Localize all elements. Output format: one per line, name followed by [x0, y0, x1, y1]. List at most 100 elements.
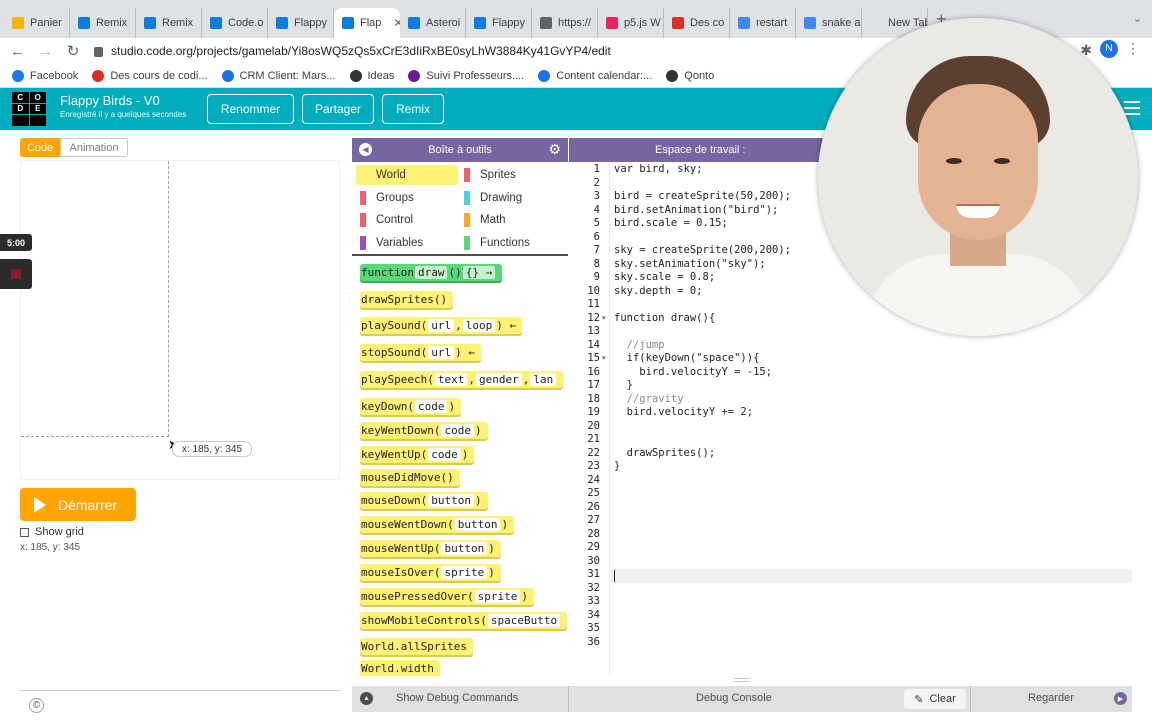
- block-argument: button: [441, 542, 488, 555]
- bookmark-item[interactable]: Facebook: [12, 69, 78, 82]
- fold-arrow-icon[interactable]: ▾: [602, 312, 606, 326]
- code-line[interactable]: //jump: [614, 339, 665, 353]
- code-line[interactable]: sky.depth = 0;: [614, 285, 703, 299]
- block-text: keyDown(: [361, 400, 414, 413]
- code-line[interactable]: sky.scale = 0.8;: [614, 271, 715, 285]
- code-block[interactable]: mouseWentUp(button): [360, 540, 501, 557]
- code-block[interactable]: keyWentUp(code): [360, 446, 475, 463]
- toolbox-category[interactable]: Functions: [460, 233, 562, 253]
- code-block[interactable]: function draw() {} →: [360, 264, 503, 281]
- code-block[interactable]: World.width: [360, 660, 440, 676]
- code-org-logo[interactable]: CODE: [12, 92, 46, 126]
- project-title[interactable]: Flappy Birds - V0: [60, 93, 160, 108]
- back-icon[interactable]: ←: [10, 43, 25, 60]
- bookmark-item[interactable]: Qonto: [666, 69, 714, 82]
- clear-button[interactable]: ✎ Clear: [904, 689, 966, 709]
- run-button[interactable]: Démarrer: [20, 488, 136, 521]
- code-block[interactable]: mousePressedOver(sprite): [360, 588, 534, 605]
- code-line[interactable]: sky.setAnimation("sky");: [614, 258, 766, 272]
- close-tab-icon[interactable]: ✕: [393, 16, 400, 30]
- browser-tab[interactable]: p5.js W: [598, 8, 664, 38]
- code-block[interactable]: mouseDown(button): [360, 492, 488, 509]
- stop-recording-button[interactable]: [0, 259, 32, 289]
- line-number: 8: [593, 257, 600, 270]
- browser-tab[interactable]: https://: [532, 8, 598, 38]
- browser-tab[interactable]: Flappy: [268, 8, 334, 38]
- code-block[interactable]: mouseDidMove(): [360, 469, 460, 486]
- browser-tab[interactable]: Code.o: [202, 8, 268, 38]
- code-line[interactable]: bird = createSprite(50,200);: [614, 190, 791, 204]
- tab-label: https://: [558, 17, 592, 29]
- code-line[interactable]: function draw(){: [614, 312, 715, 326]
- code-line[interactable]: sky = createSprite(200,200);: [614, 244, 791, 258]
- code-line[interactable]: bird.velocityY += 2;: [614, 406, 753, 420]
- watch-label[interactable]: Regarder: [1028, 692, 1074, 704]
- browser-tab[interactable]: Remix: [136, 8, 202, 38]
- code-line[interactable]: drawSprites();: [614, 447, 716, 461]
- show-grid-toggle[interactable]: Show grid: [20, 526, 84, 538]
- code-block[interactable]: keyWentDown(code): [360, 422, 488, 439]
- code-line[interactable]: bird.velocityY = -15;: [614, 366, 772, 380]
- code-line[interactable]: }: [614, 379, 633, 393]
- code-block[interactable]: World.allSprites: [360, 638, 473, 655]
- game-stage[interactable]: ➤ x: 185, y: 345: [20, 160, 340, 480]
- category-label: Sprites: [480, 169, 516, 181]
- bookmark-item[interactable]: Content calendar:...: [538, 69, 652, 82]
- toolbox-category[interactable]: Sprites: [460, 165, 562, 185]
- rename-button[interactable]: Renommer: [207, 94, 294, 124]
- lock-icon[interactable]: [94, 47, 103, 57]
- show-debug-commands-button[interactable]: Show Debug Commands: [396, 692, 518, 704]
- code-block[interactable]: showMobileControls(spaceButto: [360, 612, 568, 629]
- bookmark-item[interactable]: Des cours de codi...: [92, 69, 208, 82]
- toolbox-category[interactable]: Control: [356, 210, 458, 230]
- fold-arrow-icon[interactable]: ▾: [602, 352, 606, 366]
- bookmark-item[interactable]: CRM Client: Mars...: [221, 69, 336, 82]
- share-button[interactable]: Partager: [302, 94, 374, 124]
- code-line[interactable]: bird.setAnimation("bird");: [614, 204, 778, 218]
- toolbox-category[interactable]: Drawing: [460, 188, 562, 208]
- code-line[interactable]: }: [614, 460, 620, 474]
- code-block[interactable]: mouseWentDown(button): [360, 516, 515, 533]
- url-field[interactable]: studio.code.org/projects/gamelab/Yi8osWQ…: [94, 44, 611, 58]
- bookmark-label: Ideas: [367, 69, 395, 82]
- code-block[interactable]: playSpeech(text, gender, lan: [360, 371, 564, 388]
- expand-debug-icon[interactable]: ▲: [360, 692, 373, 705]
- browser-tab[interactable]: Asteroi: [400, 8, 466, 38]
- forward-icon[interactable]: →: [38, 43, 53, 60]
- code-line[interactable]: bird.scale = 0.15;: [614, 217, 728, 231]
- gear-icon[interactable]: ⚙: [548, 141, 561, 158]
- code-block[interactable]: drawSprites(): [360, 291, 454, 308]
- bookmark-item[interactable]: Ideas: [349, 69, 395, 82]
- browser-tab[interactable]: Panier: [4, 8, 70, 38]
- browser-tab[interactable]: restart: [730, 8, 796, 38]
- toolbox-category[interactable]: Variables: [356, 233, 458, 253]
- animation-mode-button[interactable]: Animation: [60, 138, 128, 157]
- show-grid-checkbox[interactable]: [20, 527, 29, 537]
- browser-tab[interactable]: Flappy: [466, 8, 532, 38]
- resize-handle[interactable]: [734, 678, 750, 682]
- line-number: 13: [587, 325, 600, 337]
- code-line[interactable]: var bird, sky;: [614, 163, 703, 177]
- toolbox-category[interactable]: Math: [460, 210, 562, 230]
- code-mode-button[interactable]: Code: [20, 138, 60, 157]
- toolbox-category[interactable]: Groups: [356, 188, 458, 208]
- code-line[interactable]: if(keyDown("space")){: [614, 352, 760, 366]
- code-block[interactable]: stopSound(url) ←: [360, 344, 481, 361]
- code-block[interactable]: keyDown(code): [360, 398, 462, 415]
- bookmark-item[interactable]: Suivi Professeurs....: [408, 69, 524, 82]
- collapse-toolbox-icon[interactable]: ◀: [359, 143, 372, 156]
- code-block[interactable]: playSound(url, loop) ←: [360, 317, 523, 334]
- browser-tab[interactable]: Flap ✕: [334, 8, 400, 38]
- reload-icon[interactable]: ↻: [66, 42, 80, 60]
- expand-watch-icon[interactable]: ▶: [1114, 692, 1127, 705]
- toolbox-title: Boîte à outils: [428, 144, 492, 156]
- code-block[interactable]: mouseIsOver(sprite): [360, 564, 501, 581]
- url-text[interactable]: studio.code.org/projects/gamelab/Yi8osWQ…: [111, 44, 611, 58]
- browser-tab[interactable]: Remix: [70, 8, 136, 38]
- remix-button[interactable]: Remix: [382, 94, 444, 124]
- copyright-icon[interactable]: ©: [29, 698, 44, 713]
- toolbox-category[interactable]: World: [356, 165, 458, 185]
- code-line[interactable]: //gravity: [614, 393, 684, 407]
- category-label: Math: [480, 214, 506, 226]
- browser-tab[interactable]: Des co: [664, 8, 730, 38]
